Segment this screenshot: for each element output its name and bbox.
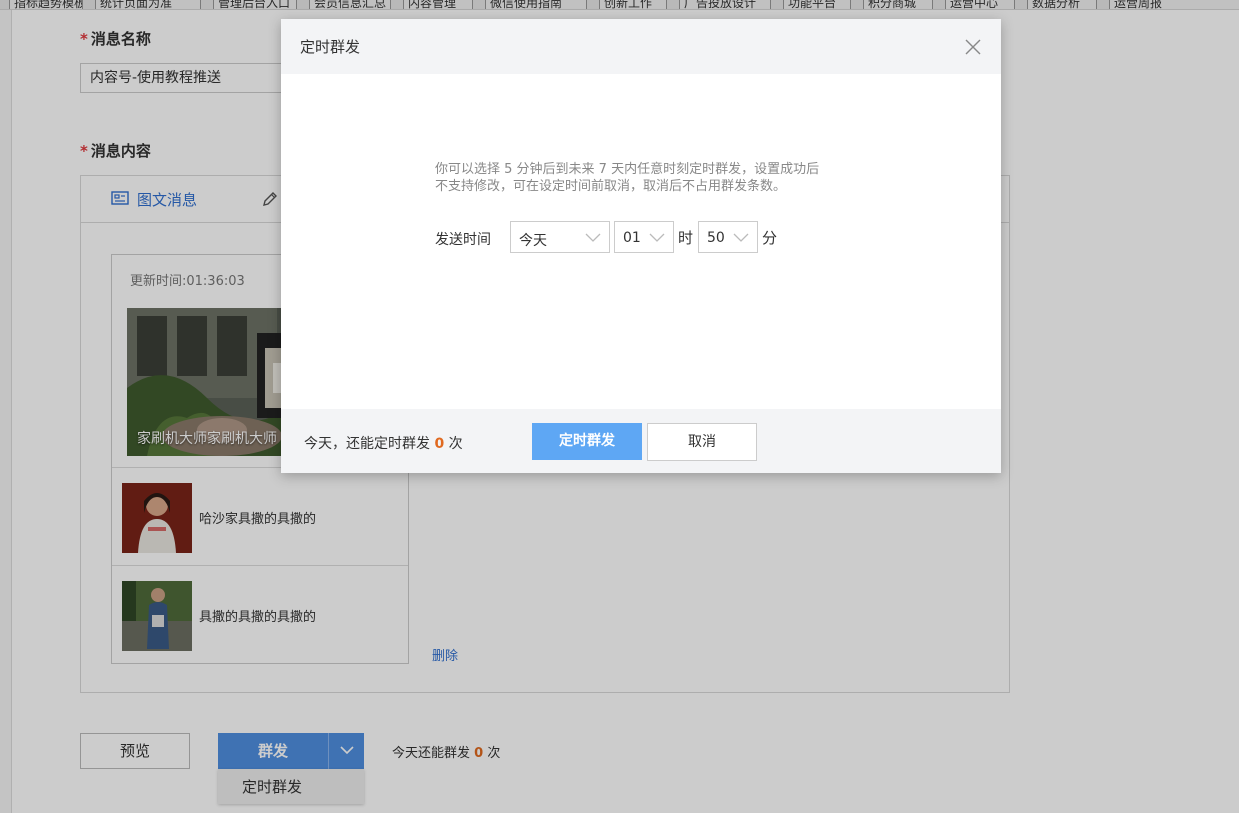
chevron-down-icon [585,231,601,247]
dialog-footer: 今天，还能定时群发 0 次 定时群发 取消 [281,409,1001,473]
minute-select[interactable]: 50 [698,221,758,253]
hour-select[interactable]: 01 [614,221,674,253]
hour-unit: 时 [678,229,694,247]
day-select[interactable]: 今天 [510,221,610,253]
scheduled-send-dialog: 定时群发 你可以选择 5 分钟后到未来 7 天内任意时刻定时群发，设置成功后 不… [281,19,1001,473]
day-select-value: 今天 [519,233,547,249]
confirm-scheduled-send-button[interactable]: 定时群发 [532,423,642,460]
minute-select-value: 50 [707,230,725,246]
minute-unit: 分 [762,229,778,247]
scheduled-remaining-text: 今天，还能定时群发 0 次 [304,436,463,452]
dialog-description: 你可以选择 5 分钟后到未来 7 天内任意时刻定时群发，设置成功后 不支持修改，… [435,162,820,194]
cancel-button[interactable]: 取消 [647,423,757,461]
close-icon[interactable] [962,36,984,58]
hour-select-value: 01 [623,230,641,246]
send-time-label: 发送时间 [435,232,491,248]
chevron-down-icon [733,231,749,247]
chevron-down-icon [649,231,665,247]
scheduled-remaining-count: 0 [434,436,445,452]
dialog-header: 定时群发 [281,19,1001,74]
dialog-title: 定时群发 [300,38,361,56]
